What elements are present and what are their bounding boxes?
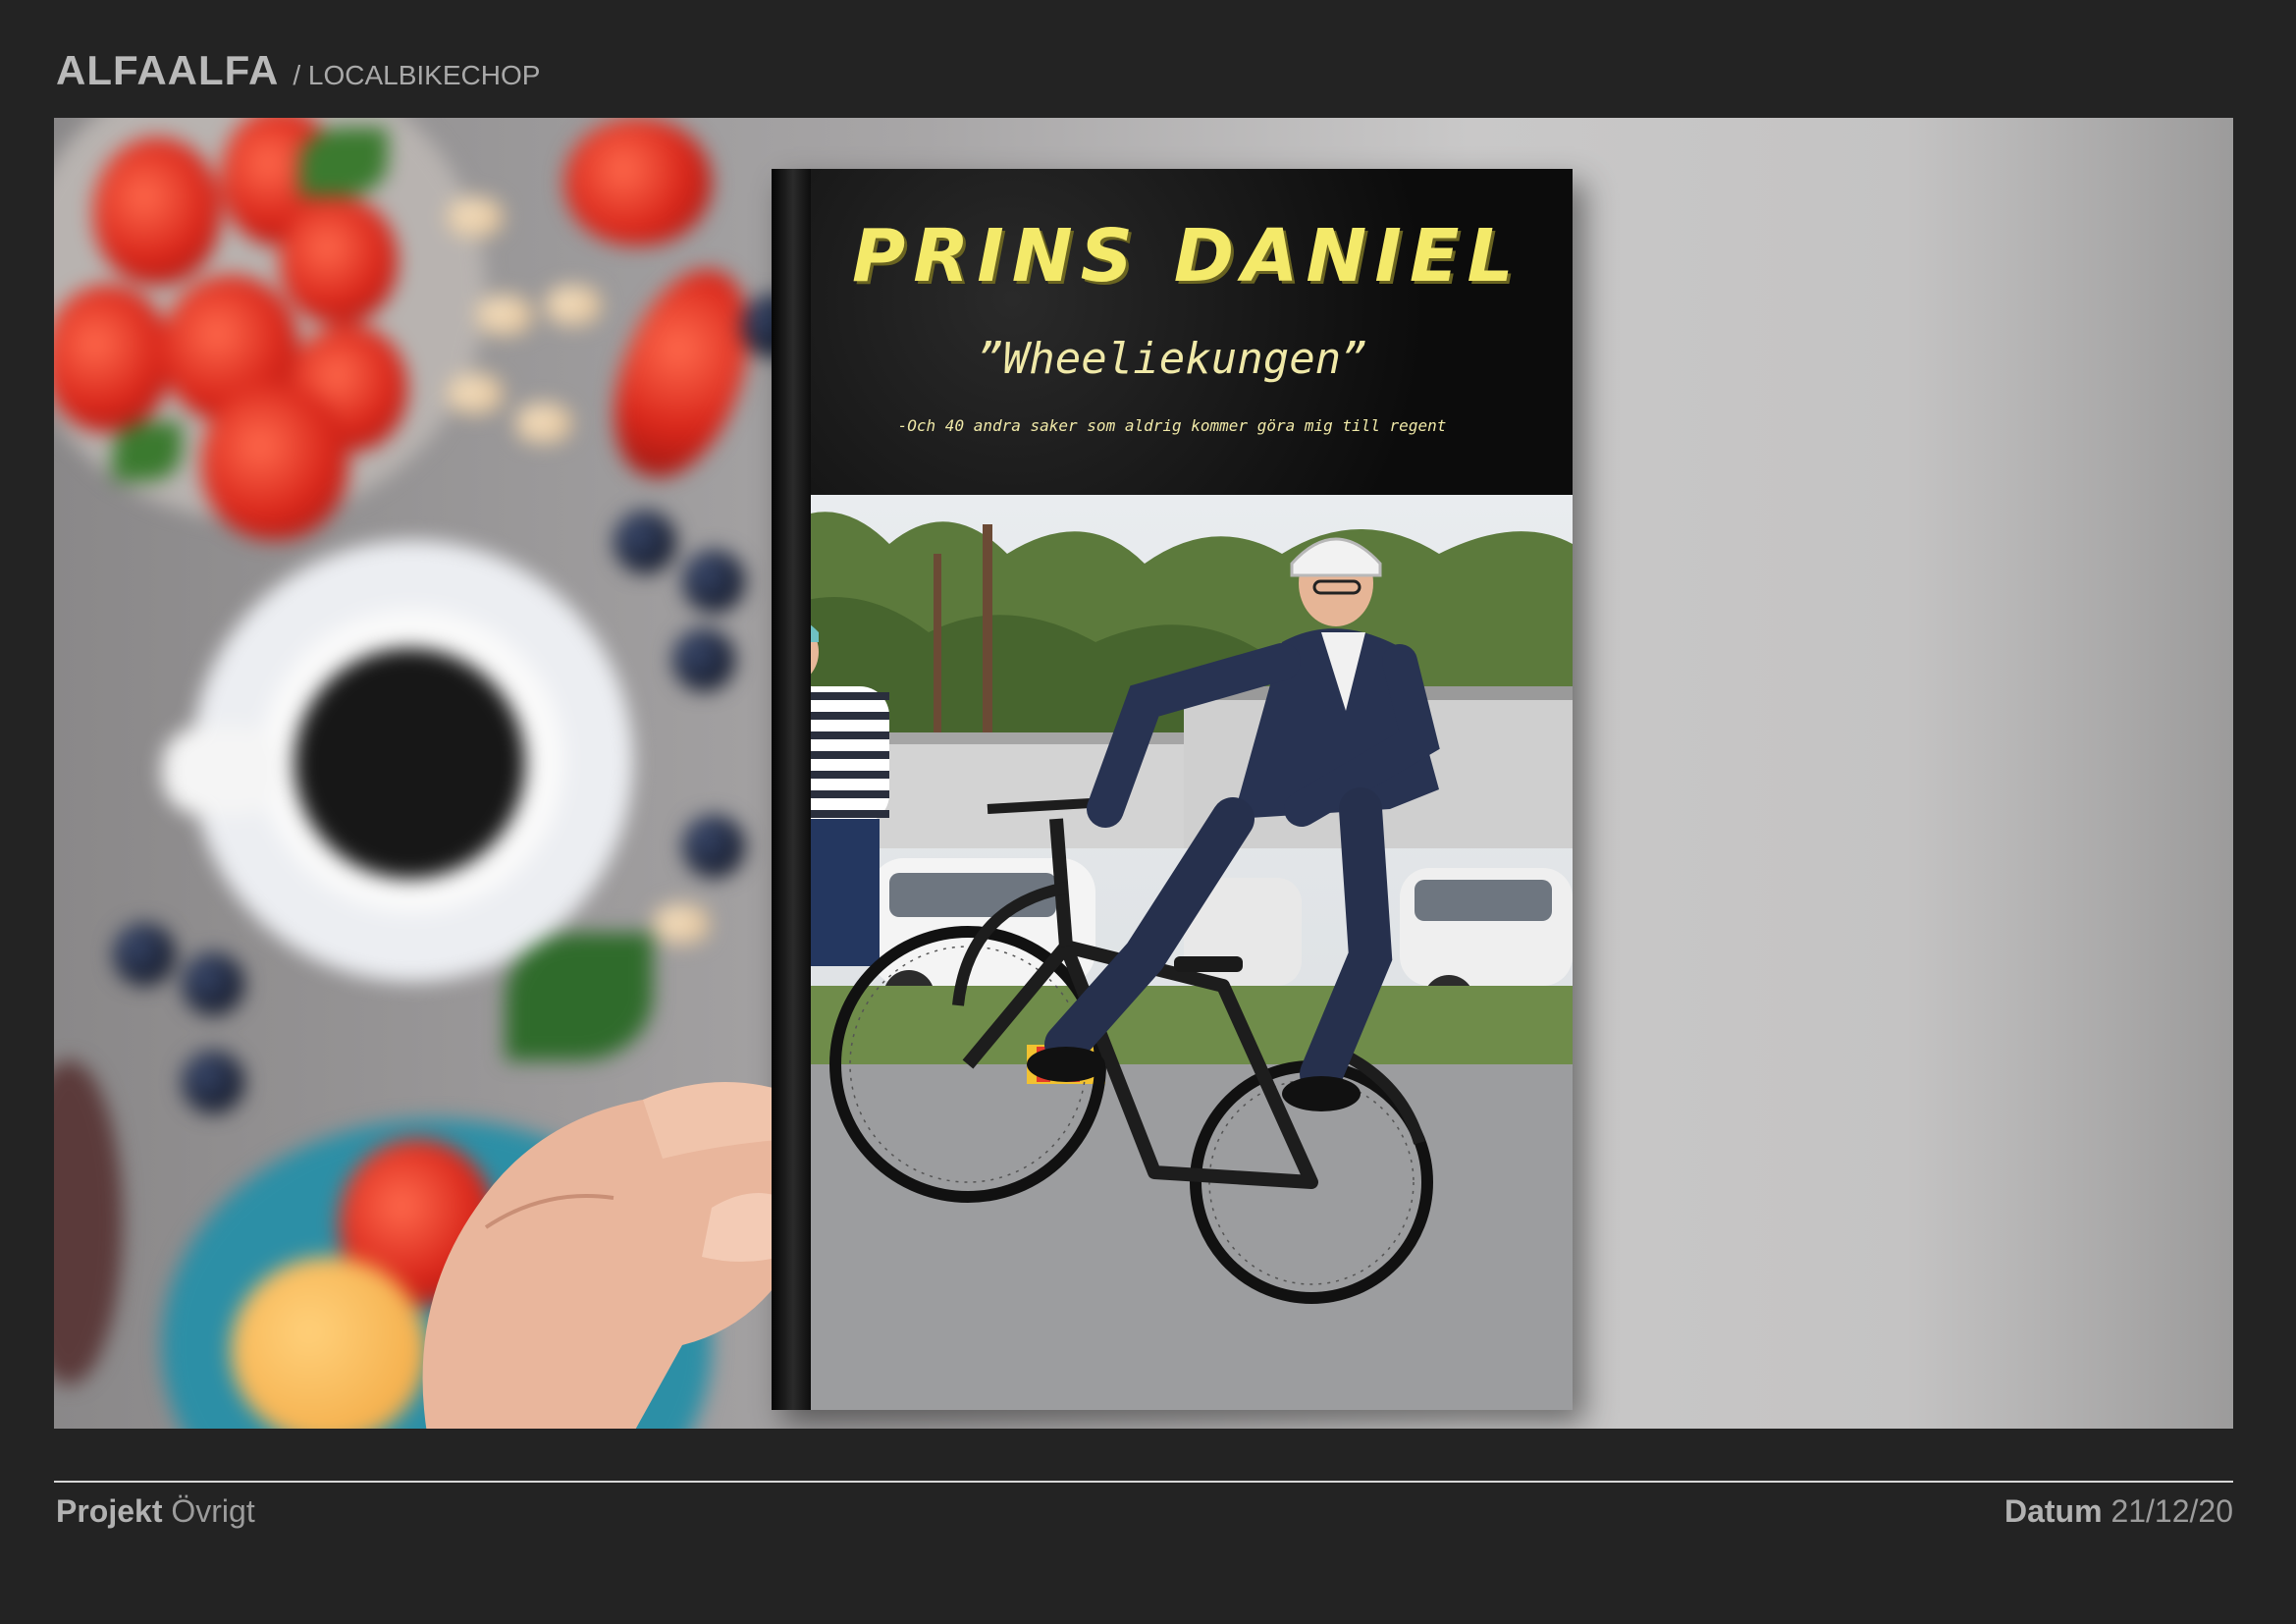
project-info: Projekt Övrigt — [56, 1493, 255, 1530]
footer-divider — [54, 1481, 2233, 1483]
book-tagline: -Och 40 andra saker som aldrig kommer gö… — [897, 416, 1447, 435]
book-mockup: PRINS DANIEL ”Wheeliekungen” -Och 40 and… — [772, 169, 1573, 1410]
brand-name: ALFAALFA — [56, 47, 280, 93]
brand-subtitle: / LOCALBIKECHOP — [293, 60, 541, 90]
book-spine — [772, 169, 811, 1410]
book-subtitle: ”Wheeliekungen” — [977, 334, 1367, 384]
cover-photo — [772, 495, 1573, 1410]
date-label: Datum — [2003, 1493, 2103, 1529]
cover-title-area: PRINS DANIEL ”Wheeliekungen” -Och 40 and… — [772, 169, 1573, 495]
date-info: Datum 21/12/20 — [2004, 1493, 2233, 1530]
mockup-image: PRINS DANIEL ”Wheeliekungen” -Och 40 and… — [54, 118, 2233, 1429]
project-value: Övrigt — [171, 1493, 255, 1529]
project-label: Projekt — [56, 1493, 163, 1529]
hand-illustration — [422, 1082, 803, 1429]
cover-photo-illustration — [772, 495, 1573, 1410]
page-header: ALFAALFA / LOCALBIKECHOP — [56, 47, 540, 96]
date-value: 21/12/20 — [2110, 1493, 2233, 1529]
book-title: PRINS DANIEL — [852, 214, 1522, 298]
book-cover: PRINS DANIEL ”Wheeliekungen” -Och 40 and… — [772, 169, 1573, 1410]
